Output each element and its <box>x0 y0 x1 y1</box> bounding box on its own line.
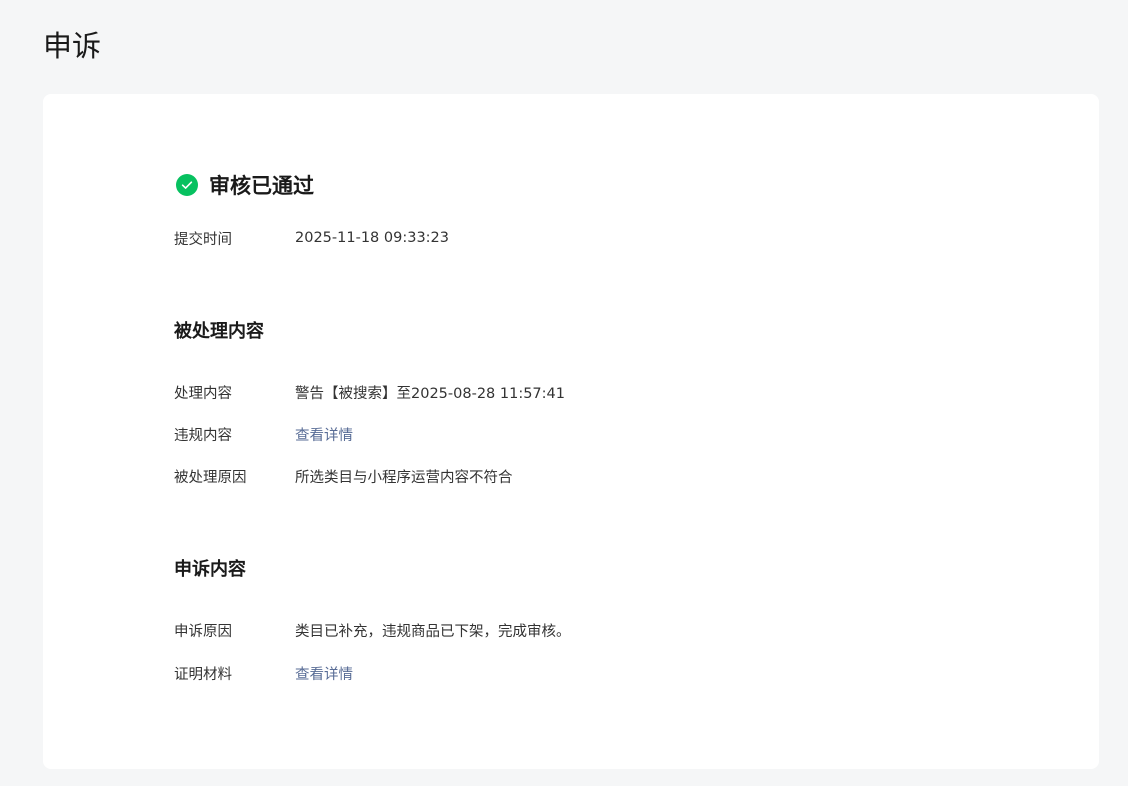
submit-time-label: 提交时间 <box>174 231 232 248</box>
appeal-reason-row: 申诉原因 类目已补充，违规商品已下架，完成审核。 <box>174 619 571 641</box>
processed-content-value: 警告【被搜索】至2025-08-28 11:57:41 <box>295 385 565 402</box>
proof-material-row: 证明材料 查看详情 <box>174 662 353 684</box>
status-text: 审核已通过 <box>209 174 314 198</box>
processed-section-title: 被处理内容 <box>174 321 264 342</box>
violation-detail-link[interactable]: 查看详情 <box>295 424 353 445</box>
appeal-detail-card: 审核已通过 提交时间 2025-11-18 09:33:23 被处理内容 处理内… <box>43 94 1099 769</box>
appeal-section-title: 申诉内容 <box>174 559 246 580</box>
check-circle-icon <box>176 174 198 196</box>
submit-time-row: 提交时间 2025-11-18 09:33:23 <box>174 227 449 249</box>
processed-content-row: 处理内容 警告【被搜索】至2025-08-28 11:57:41 <box>174 381 565 403</box>
proof-material-label: 证明材料 <box>174 666 232 683</box>
processed-content-label: 处理内容 <box>174 385 232 402</box>
appeal-reason-value: 类目已补充，违规商品已下架，完成审核。 <box>295 623 571 640</box>
status-row: 审核已通过 <box>176 170 314 200</box>
proof-detail-link[interactable]: 查看详情 <box>295 663 353 684</box>
violation-content-label: 违规内容 <box>174 427 232 444</box>
processed-reason-row: 被处理原因 所选类目与小程序运营内容不符合 <box>174 465 513 487</box>
submit-time-value: 2025-11-18 09:33:23 <box>295 230 449 246</box>
violation-content-row: 违规内容 查看详情 <box>174 423 353 445</box>
processed-reason-label: 被处理原因 <box>174 469 247 486</box>
processed-reason-value: 所选类目与小程序运营内容不符合 <box>295 469 513 486</box>
appeal-reason-label: 申诉原因 <box>174 623 232 640</box>
page-title: 申诉 <box>43 29 102 63</box>
